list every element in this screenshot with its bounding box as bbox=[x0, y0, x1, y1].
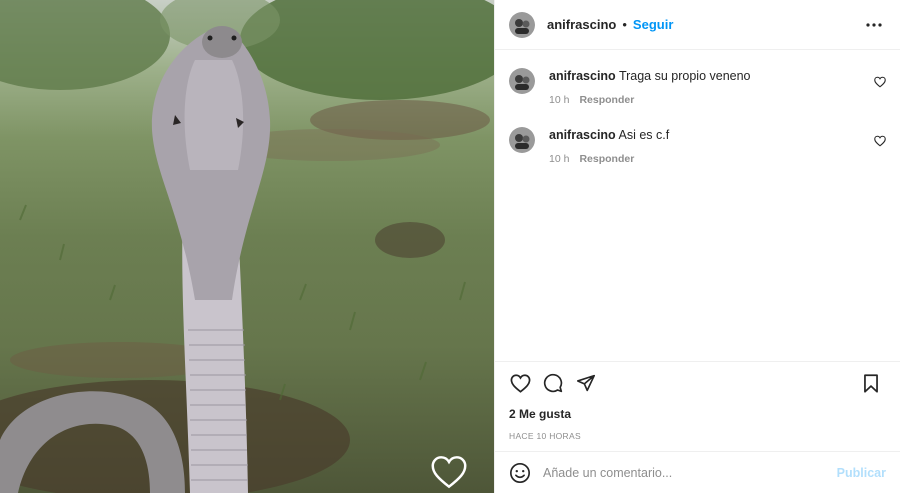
comment-item: anifrascino Asi es c.f 10 h Responder bbox=[509, 123, 886, 165]
comment-heart-icon[interactable] bbox=[874, 134, 886, 147]
post-container: anifrascino • Seguir anifrascino Traga s… bbox=[0, 0, 900, 493]
heart-outline-icon[interactable] bbox=[430, 455, 468, 489]
comment-body: anifrascino Asi es c.f 10 h Responder bbox=[549, 123, 886, 165]
comment-text: anifrascino Traga su propio veneno bbox=[549, 64, 886, 84]
post-side-panel: anifrascino • Seguir anifrascino Traga s… bbox=[494, 0, 900, 493]
snake-video-frame bbox=[0, 0, 494, 493]
more-options-icon[interactable] bbox=[862, 13, 886, 37]
publish-button[interactable]: Publicar bbox=[837, 466, 886, 480]
avatar[interactable] bbox=[509, 11, 535, 38]
add-comment-bar: Publicar bbox=[495, 451, 900, 493]
comment-content: Traga su propio veneno bbox=[618, 69, 751, 83]
comment-content: Asi es c.f bbox=[618, 128, 670, 142]
likes-count[interactable]: 2 Me gusta bbox=[509, 407, 886, 421]
comment-text: anifrascino Asi es c.f bbox=[549, 123, 886, 143]
action-bar bbox=[509, 362, 886, 404]
avatar[interactable] bbox=[509, 68, 535, 94]
comment-heart-icon[interactable] bbox=[874, 75, 886, 88]
post-header: anifrascino • Seguir bbox=[495, 0, 900, 50]
comment-meta: 10 h Responder bbox=[549, 153, 886, 165]
comment-username[interactable]: anifrascino bbox=[549, 69, 616, 83]
comment-meta: 10 h Responder bbox=[549, 94, 886, 106]
share-icon[interactable] bbox=[575, 372, 597, 394]
comment-input[interactable] bbox=[543, 465, 837, 480]
bookmark-icon[interactable] bbox=[860, 372, 882, 394]
comment-icon[interactable] bbox=[542, 372, 564, 394]
follow-button[interactable]: Seguir bbox=[633, 17, 673, 32]
avatar[interactable] bbox=[509, 127, 535, 153]
post-actions: 2 Me gusta HACE 10 HORAS bbox=[495, 361, 900, 451]
post-media[interactable] bbox=[0, 0, 494, 493]
comment-time: 10 h bbox=[549, 153, 570, 165]
comment-time: 10 h bbox=[549, 94, 570, 106]
reply-button[interactable]: Responder bbox=[579, 94, 634, 106]
post-time-ago: HACE 10 HORAS bbox=[509, 431, 581, 441]
header-separator: • bbox=[622, 17, 627, 32]
emoji-icon[interactable] bbox=[509, 462, 531, 484]
heart-icon[interactable] bbox=[509, 372, 531, 394]
reply-button[interactable]: Responder bbox=[579, 153, 634, 165]
comment-username[interactable]: anifrascino bbox=[549, 128, 616, 142]
comments-list: anifrascino Traga su propio veneno 10 h … bbox=[495, 50, 900, 361]
comment-item: anifrascino Traga su propio veneno 10 h … bbox=[509, 64, 886, 106]
comment-body: anifrascino Traga su propio veneno 10 h … bbox=[549, 64, 886, 106]
header-username[interactable]: anifrascino bbox=[547, 17, 616, 32]
